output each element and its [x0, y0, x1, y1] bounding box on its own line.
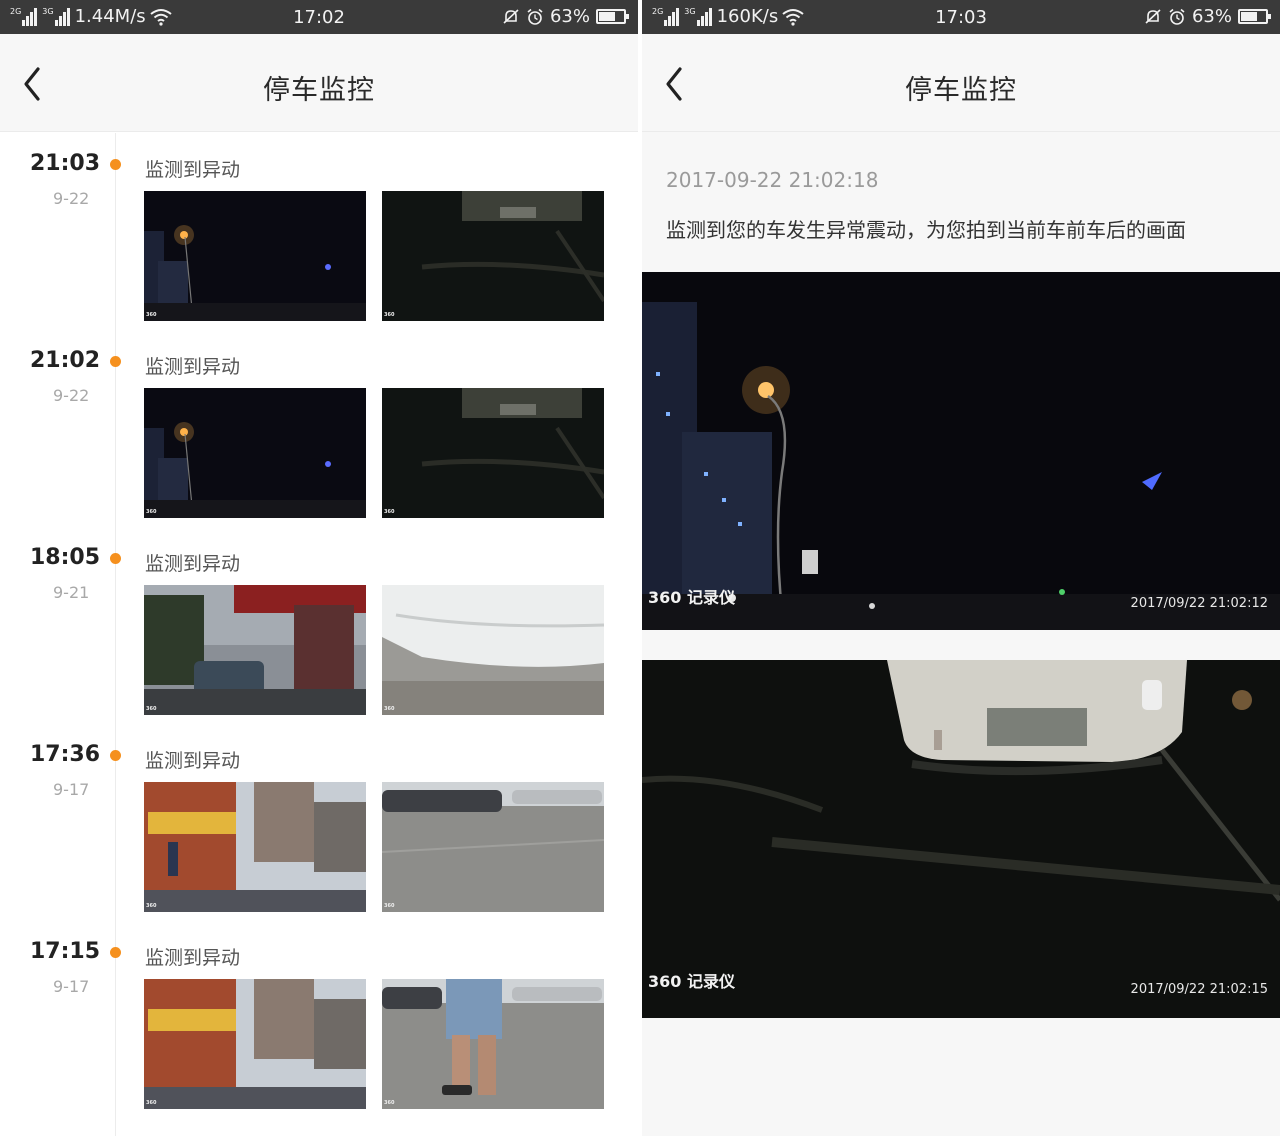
timeline-event[interactable]: 18:05 9-21 监测到异动 360 360	[0, 543, 638, 740]
battery-icon	[1238, 9, 1271, 24]
front-camera-thumbnail[interactable]: 360	[144, 979, 366, 1109]
page-title: 停车监控	[905, 75, 1017, 106]
timeline-dot	[110, 750, 121, 761]
watermark-time: 2017/09/22 21:02:15	[1130, 982, 1268, 997]
timeline-dot	[110, 553, 121, 564]
front-camera-thumbnail[interactable]: 360	[144, 191, 366, 321]
timeline-event[interactable]: 17:15 9-17 监测到异动 360 360	[0, 937, 638, 1134]
event-time: 18:05	[30, 545, 101, 570]
rear-camera-thumbnail[interactable]: 360	[382, 388, 604, 518]
watermark-logo: 360	[146, 706, 157, 712]
alarm-icon	[527, 8, 543, 25]
timeline-dot	[110, 159, 121, 170]
battery-percent: 63%	[549, 6, 590, 27]
event-date: 9-22	[53, 189, 90, 208]
front-camera-thumbnail[interactable]: 360	[144, 782, 366, 912]
event-message: 监测到您的车发生异常震动，为您拍到当前车前车后的画面	[666, 218, 1186, 242]
rear-camera-thumbnail[interactable]: 360	[382, 585, 604, 715]
watermark-logo: 360	[384, 1100, 395, 1106]
rear-camera-thumbnail[interactable]: 360	[382, 782, 604, 912]
watermark-logo: 360	[146, 1100, 157, 1106]
battery-fill	[599, 12, 616, 21]
event-date: 9-21	[53, 583, 90, 602]
event-label: 监测到异动	[145, 553, 241, 575]
watermark-logo: 360	[384, 706, 395, 712]
watermark-logo: 360	[384, 903, 395, 909]
front-camera-thumbnail[interactable]: 360	[144, 585, 366, 715]
status-bar: 2G 3G 1.44M/s 17:02 63%	[0, 0, 638, 34]
front-camera-photo[interactable]: 360 记录仪 2017/09/22 21:02:12	[642, 272, 1280, 630]
battery-percent: 63%	[1191, 6, 1232, 27]
event-timestamp: 2017-09-22 21:02:18	[666, 168, 879, 192]
timeline-dot	[110, 947, 121, 958]
timeline-screen: 2G 3G 1.44M/s 17:02 63% 停车监控 21:03 9-22 …	[0, 0, 638, 1136]
timeline-event[interactable]: 21:02 9-22 监测到异动 360 360	[0, 346, 638, 543]
watermark-logo: 360	[146, 312, 157, 318]
mute-bell-icon	[1145, 8, 1161, 24]
front-camera-thumbnail[interactable]: 360	[144, 388, 366, 518]
watermark-time: 2017/09/22 21:02:12	[1130, 596, 1268, 611]
event-date: 9-17	[53, 977, 90, 996]
detail-screen: 2G 3G 160K/s 17:03 63% 停车监控 2017-09-22 2…	[642, 0, 1280, 1136]
watermark-logo: 360	[146, 509, 157, 515]
event-label: 监测到异动	[145, 750, 241, 772]
timeline-event[interactable]: 17:36 9-17 监测到异动 360 360	[0, 740, 638, 937]
event-time: 17:36	[30, 742, 101, 767]
event-time: 21:03	[30, 151, 101, 176]
watermark-logo: 360	[384, 312, 395, 318]
timeline-dot	[110, 356, 121, 367]
rear-camera-thumbnail[interactable]: 360	[382, 191, 604, 321]
page-title: 停车监控	[263, 75, 375, 106]
battery-icon	[596, 9, 629, 24]
watermark-logo: 360	[384, 509, 395, 515]
nav-bar: 停车监控	[642, 34, 1280, 132]
event-date: 9-17	[53, 780, 90, 799]
battery-fill	[1241, 12, 1258, 21]
event-time: 21:02	[30, 348, 101, 373]
event-time: 17:15	[30, 939, 101, 964]
watermark-logo: 360 记录仪	[648, 588, 735, 607]
watermark-logo: 360	[146, 903, 157, 909]
timeline-event[interactable]: 21:03 9-22 监测到异动 360 360	[0, 149, 638, 346]
event-label: 监测到异动	[145, 356, 241, 378]
nav-bar: 停车监控	[0, 34, 638, 132]
mute-bell-icon	[503, 8, 519, 24]
alarm-icon	[1169, 8, 1185, 25]
watermark-logo: 360 记录仪	[648, 972, 735, 991]
event-label: 监测到异动	[145, 159, 241, 181]
event-date: 9-22	[53, 386, 90, 405]
rear-camera-photo[interactable]: 360 记录仪 2017/09/22 21:02:15	[642, 660, 1280, 1018]
status-bar: 2G 3G 160K/s 17:03 63%	[642, 0, 1280, 34]
event-label: 监测到异动	[145, 947, 241, 969]
rear-camera-thumbnail[interactable]: 360	[382, 979, 604, 1109]
